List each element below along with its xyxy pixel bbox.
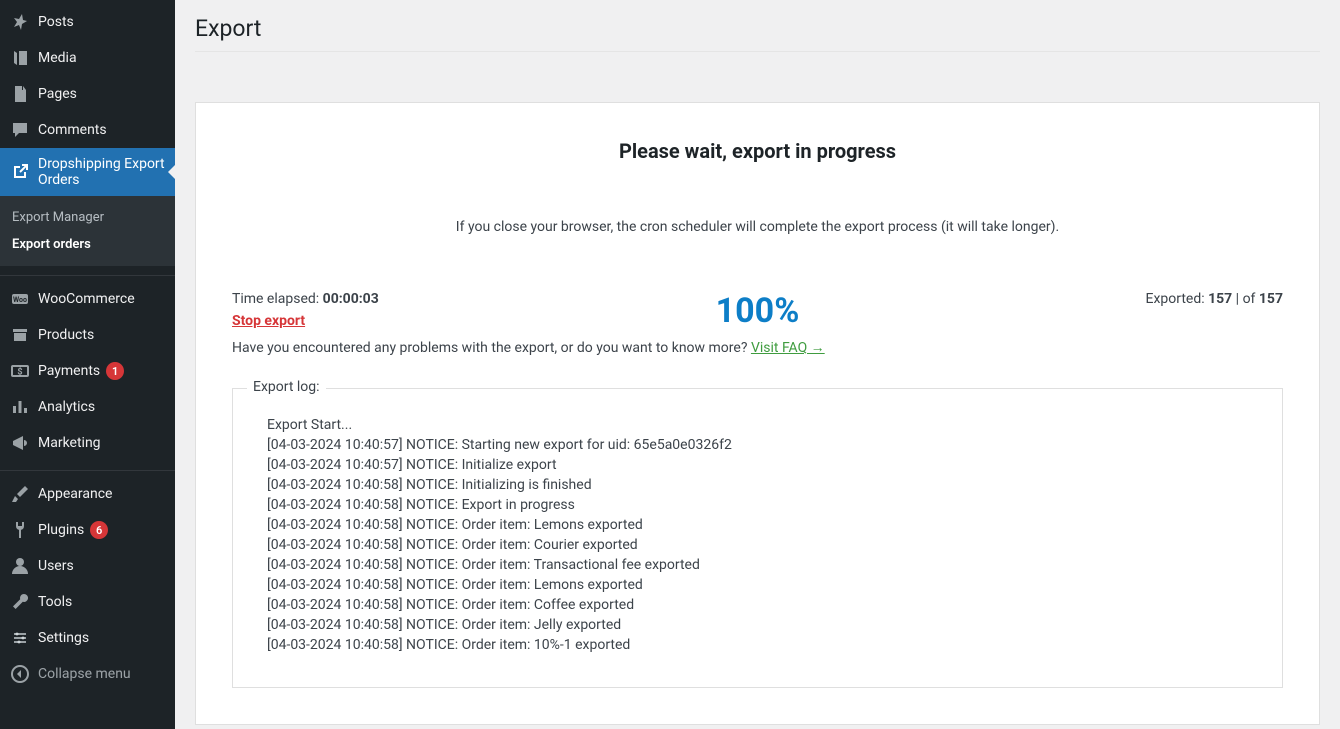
log-line: [04-03-2024 10:40:57] NOTICE: Starting n… [267, 435, 1248, 455]
sidebar-item-label: Plugins [38, 522, 84, 538]
log-line: Export Start... [267, 415, 1248, 435]
export-card: Please wait, export in progress If you c… [195, 102, 1320, 725]
sidebar-item-appearance[interactable]: Appearance [0, 476, 175, 512]
progress-stats-row: Time elapsed: 00:00:03 100% Exported: 15… [232, 291, 1283, 307]
time-elapsed-value: 00:00:03 [323, 291, 379, 307]
log-line: [04-03-2024 10:40:58] NOTICE: Order item… [267, 595, 1248, 615]
close-browser-note: If you close your browser, the cron sche… [232, 219, 1283, 235]
pin-icon [10, 12, 30, 32]
export-log-fieldset: Export log: Export Start...[04-03-2024 1… [232, 388, 1283, 688]
sidebar-item-label: Dropshipping Export Orders [38, 156, 167, 188]
sidebar-item-label: Settings [38, 630, 89, 646]
comment-icon [10, 120, 30, 140]
faq-prefix: Have you encountered any problems with t… [232, 340, 751, 356]
sidebar-item-label: Payments [38, 363, 100, 379]
sidebar-item-woocommerce[interactable]: WooCommerce [0, 281, 175, 317]
faq-line: Have you encountered any problems with t… [232, 339, 1283, 356]
time-elapsed-label: Time elapsed: [232, 291, 323, 307]
sidebar-item-media[interactable]: Media [0, 40, 175, 76]
title-divider [195, 51, 1320, 52]
page-icon [10, 84, 30, 104]
sidebar-submenu: Export ManagerExport orders [0, 196, 175, 266]
woo-icon [10, 289, 30, 309]
exported-sep: | of [1232, 291, 1259, 307]
sidebar-item-dropshipping[interactable]: Dropshipping Export Orders [0, 148, 175, 196]
settings-icon [10, 628, 30, 648]
brush-icon [10, 484, 30, 504]
analytics-icon [10, 397, 30, 417]
payments-icon [10, 361, 30, 381]
sidebar-item-payments[interactable]: Payments 1 [0, 353, 175, 389]
archive-icon [10, 325, 30, 345]
sidebar-item-comments[interactable]: Comments [0, 112, 175, 148]
page-title: Export [195, 0, 1320, 51]
sidebar-item-label: Products [38, 327, 94, 343]
user-icon [10, 556, 30, 576]
sidebar-item-label: Appearance [38, 486, 112, 502]
exported-total-value: 157 [1259, 291, 1283, 307]
update-badge: 6 [90, 521, 108, 539]
export-log-legend: Export log: [247, 379, 326, 395]
menu-separator [0, 271, 175, 276]
log-line: [04-03-2024 10:40:58] NOTICE: Order item… [267, 635, 1248, 655]
sidebar-item-label: Comments [38, 122, 107, 138]
sidebar-item-label: Users [38, 558, 74, 574]
sidebar-item-label: Analytics [38, 399, 95, 415]
sidebar-item-users[interactable]: Users [0, 548, 175, 584]
sidebar-item-pages[interactable]: Pages [0, 76, 175, 112]
sidebar-item-label: Marketing [38, 435, 101, 451]
progress-heading: Please wait, export in progress [232, 139, 1283, 163]
menu-separator [0, 466, 175, 471]
visit-faq-link[interactable]: Visit FAQ → [751, 340, 825, 356]
exported-label: Exported: [1145, 291, 1208, 307]
log-line: [04-03-2024 10:40:58] NOTICE: Order item… [267, 615, 1248, 635]
log-line: [04-03-2024 10:40:58] NOTICE: Order item… [267, 535, 1248, 555]
sidebar-item-marketing[interactable]: Marketing [0, 425, 175, 461]
sidebar-item-products[interactable]: Products [0, 317, 175, 353]
log-line: [04-03-2024 10:40:58] NOTICE: Order item… [267, 555, 1248, 575]
log-line: [04-03-2024 10:40:58] NOTICE: Order item… [267, 515, 1248, 535]
sidebar-item-collapse[interactable]: Collapse menu [0, 656, 175, 692]
sidebar-item-settings[interactable]: Settings [0, 620, 175, 656]
sidebar-item-analytics[interactable]: Analytics [0, 389, 175, 425]
sidebar-subitem-export-manager[interactable]: Export Manager [0, 204, 175, 231]
sidebar-item-label: WooCommerce [38, 291, 135, 307]
log-line: [04-03-2024 10:40:58] NOTICE: Initializi… [267, 475, 1248, 495]
plug-icon [10, 520, 30, 540]
sidebar-item-posts[interactable]: Posts [0, 4, 175, 40]
sidebar-item-label: Pages [38, 86, 77, 102]
sidebar-item-label: Collapse menu [38, 666, 131, 682]
sidebar-subitem-export-orders[interactable]: Export orders [0, 231, 175, 258]
sidebar-item-plugins[interactable]: Plugins 6 [0, 512, 175, 548]
admin-sidebar: Posts Media Pages Comments Dropshipping Expo… [0, 0, 175, 729]
sidebar-item-tools[interactable]: Tools [0, 584, 175, 620]
sidebar-item-label: Posts [38, 14, 74, 30]
stop-export-link[interactable]: Stop export [232, 313, 305, 329]
time-elapsed: Time elapsed: 00:00:03 [232, 291, 758, 307]
update-badge: 1 [106, 362, 124, 380]
exported-count: Exported: 157 | of 157 [758, 291, 1284, 307]
wrench-icon [10, 592, 30, 612]
main-content: Export Please wait, export in progress I… [175, 0, 1340, 729]
log-line: [04-03-2024 10:40:57] NOTICE: Initialize… [267, 455, 1248, 475]
external-icon [10, 162, 30, 182]
megaphone-icon [10, 433, 30, 453]
log-line: [04-03-2024 10:40:58] NOTICE: Export in … [267, 495, 1248, 515]
sidebar-item-label: Tools [38, 594, 72, 610]
log-line: [04-03-2024 10:40:58] NOTICE: Order item… [267, 575, 1248, 595]
media-icon [10, 48, 30, 68]
export-log-box[interactable]: Export Start...[04-03-2024 10:40:57] NOT… [251, 407, 1264, 669]
exported-count-value: 157 [1208, 291, 1232, 307]
sidebar-item-label: Media [38, 50, 77, 66]
collapse-icon [10, 664, 30, 684]
